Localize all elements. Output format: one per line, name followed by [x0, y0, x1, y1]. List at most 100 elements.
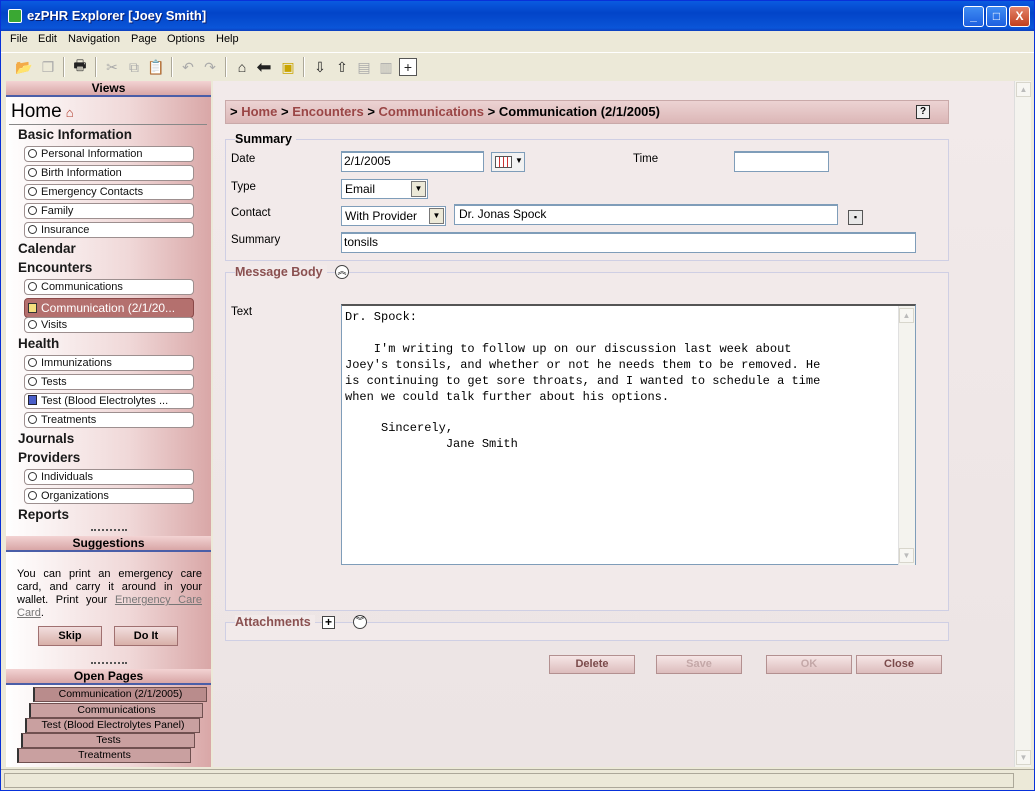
contact-label: Contact [231, 207, 271, 219]
print-icon[interactable]: 🖶 [69, 56, 91, 78]
sidebar-item-personal-information[interactable]: Personal Information [24, 146, 194, 162]
add-attachment-icon[interactable]: + [322, 616, 335, 629]
date-field[interactable]: 2/1/2005 [341, 151, 484, 172]
date-label: Date [231, 153, 256, 165]
sidebar-item-test-blood[interactable]: Test (Blood Electrolytes ... [24, 393, 194, 409]
open-page-test-blood[interactable]: Test (Blood Electrolytes Panel) [25, 718, 200, 733]
menu-help[interactable]: Help [216, 33, 239, 45]
ok-button[interactable]: OK [766, 655, 852, 674]
suggestion-text: You can print an emergency care card, an… [17, 568, 202, 619]
save-button[interactable]: Save [656, 655, 742, 674]
menu-navigation[interactable]: Navigation [68, 33, 120, 45]
open-page-tests[interactable]: Tests [21, 733, 195, 748]
menu-options[interactable]: Options [167, 33, 205, 45]
message-text: Dr. Spock: I'm writing to follow up on o… [345, 310, 821, 452]
folder-icon[interactable]: ▣ [277, 56, 299, 78]
breadcrumb: > Home > Encounters > Communications > C… [225, 100, 949, 124]
upload-icon[interactable]: ⇧ [331, 56, 353, 78]
menu-edit[interactable]: Edit [38, 33, 57, 45]
maximize-button[interactable]: □ [986, 6, 1007, 27]
type-label: Type [231, 181, 256, 193]
type-select[interactable]: Email ▼ [341, 179, 428, 199]
download-icon[interactable]: ⇩ [309, 56, 331, 78]
splitter-grip-2[interactable] [91, 662, 127, 665]
views-header: Views [6, 81, 211, 97]
sidebar-item-treatments[interactable]: Treatments [24, 412, 194, 428]
textarea-scrollbar[interactable]: ▲ ▼ [898, 306, 915, 565]
scroll-up-icon[interactable]: ▲ [1016, 82, 1031, 97]
open-page-treatments[interactable]: Treatments [17, 748, 191, 763]
time-label: Time [633, 153, 659, 165]
scroll-down-icon[interactable]: ▼ [1016, 750, 1031, 765]
contact-type-select[interactable]: With Provider ▼ [341, 206, 446, 226]
help-icon[interactable]: ? [916, 105, 930, 119]
text-label: Text [231, 306, 253, 318]
calendar-icon [495, 156, 512, 168]
splitter-grip[interactable] [91, 529, 127, 532]
contact-name-field[interactable]: Dr. Jonas Spock [454, 204, 838, 225]
sidebar-item-organizations[interactable]: Organizations [24, 488, 194, 504]
scroll-up-icon[interactable]: ▲ [899, 308, 914, 323]
minimize-button[interactable]: _ [963, 6, 984, 27]
category-reports[interactable]: Reports [18, 507, 69, 522]
category-journals[interactable]: Journals [18, 431, 74, 446]
sidebar-item-individuals[interactable]: Individuals [24, 469, 194, 485]
open-page-communications[interactable]: Communications [29, 703, 203, 718]
main-scrollbar[interactable]: ▲ ▼ [1014, 81, 1031, 767]
sidebar-item-birth-information[interactable]: Birth Information [24, 165, 194, 181]
undo-icon[interactable]: ↶ [177, 56, 199, 78]
sidebar-item-immunizations[interactable]: Immunizations [24, 355, 194, 371]
calendar-picker-button[interactable]: ▼ [491, 152, 525, 172]
breadcrumb-encounters[interactable]: Encounters [292, 104, 364, 119]
collapse-icon[interactable]: ︽ [335, 265, 349, 279]
home-icon: ⌂ [65, 105, 74, 120]
open-folder-icon[interactable]: 📂 [13, 56, 35, 78]
save-as-icon[interactable]: ▥ [375, 56, 397, 78]
add-icon[interactable]: + [399, 58, 417, 76]
sidebar-item-emergency-contacts[interactable]: Emergency Contacts [24, 184, 194, 200]
copy-icon[interactable]: ⧉ [123, 56, 145, 78]
menu-file[interactable]: File [10, 33, 28, 45]
save-icon[interactable]: ▤ [353, 56, 375, 78]
message-text-area[interactable]: Dr. Spock: I'm writing to follow up on o… [341, 304, 916, 565]
sidebar-home[interactable]: Home ⌂ [11, 101, 74, 123]
category-basic-information[interactable]: Basic Information [18, 127, 132, 142]
open-page-communication[interactable]: Communication (2/1/2005) [33, 687, 207, 702]
app-window: ezPHR Explorer [Joey Smith] _ □ X File E… [0, 0, 1035, 791]
breadcrumb-communications[interactable]: Communications [379, 104, 484, 119]
back-arrow-icon[interactable]: ⬅ [253, 56, 275, 78]
sidebar-item-communications[interactable]: Communications [24, 279, 194, 295]
home-icon[interactable]: ⌂ [231, 56, 253, 78]
toolbar: 📂 ❐ 🖶 ✂ ⧉ 📋 ↶ ↷ ⌂ ⬅ ▣ ⇩ ⇧ ▤ ▥ + [1, 52, 1034, 81]
windows-icon[interactable]: ❐ [37, 56, 59, 78]
category-providers[interactable]: Providers [18, 450, 80, 465]
redo-icon[interactable]: ↷ [199, 56, 221, 78]
do-it-button[interactable]: Do It [114, 626, 178, 646]
summary-field[interactable]: tonsils [341, 232, 916, 253]
sidebar-item-tests[interactable]: Tests [24, 374, 194, 390]
menu-bar: File Edit Navigation Page Options Help [1, 31, 1034, 50]
cut-icon[interactable]: ✂ [101, 56, 123, 78]
close-button[interactable]: X [1009, 6, 1030, 27]
summary-label: Summary [231, 234, 281, 246]
category-calendar[interactable]: Calendar [18, 241, 76, 256]
status-bar [1, 769, 1034, 790]
delete-button[interactable]: Delete [549, 655, 635, 674]
scroll-down-icon[interactable]: ▼ [899, 548, 914, 563]
paste-icon[interactable]: 📋 [145, 56, 167, 78]
sidebar-item-visits[interactable]: Visits [24, 317, 194, 333]
close-form-button[interactable]: Close [856, 655, 942, 674]
expand-icon[interactable]: ︾ [353, 615, 367, 629]
category-health[interactable]: Health [18, 336, 59, 351]
suggestions-header: Suggestions [6, 536, 211, 552]
sidebar-item-family[interactable]: Family [24, 203, 194, 219]
breadcrumb-home[interactable]: Home [241, 104, 277, 119]
contact-lookup-icon[interactable]: ▪ [848, 210, 863, 225]
skip-button[interactable]: Skip [38, 626, 102, 646]
sidebar-item-communication-selected[interactable]: Communication (2/1/20... [24, 298, 194, 318]
time-field[interactable] [734, 151, 829, 172]
message-body-title: Message Body [235, 265, 327, 279]
sidebar-item-insurance[interactable]: Insurance [24, 222, 194, 238]
menu-page[interactable]: Page [131, 33, 157, 45]
category-encounters[interactable]: Encounters [18, 260, 92, 275]
